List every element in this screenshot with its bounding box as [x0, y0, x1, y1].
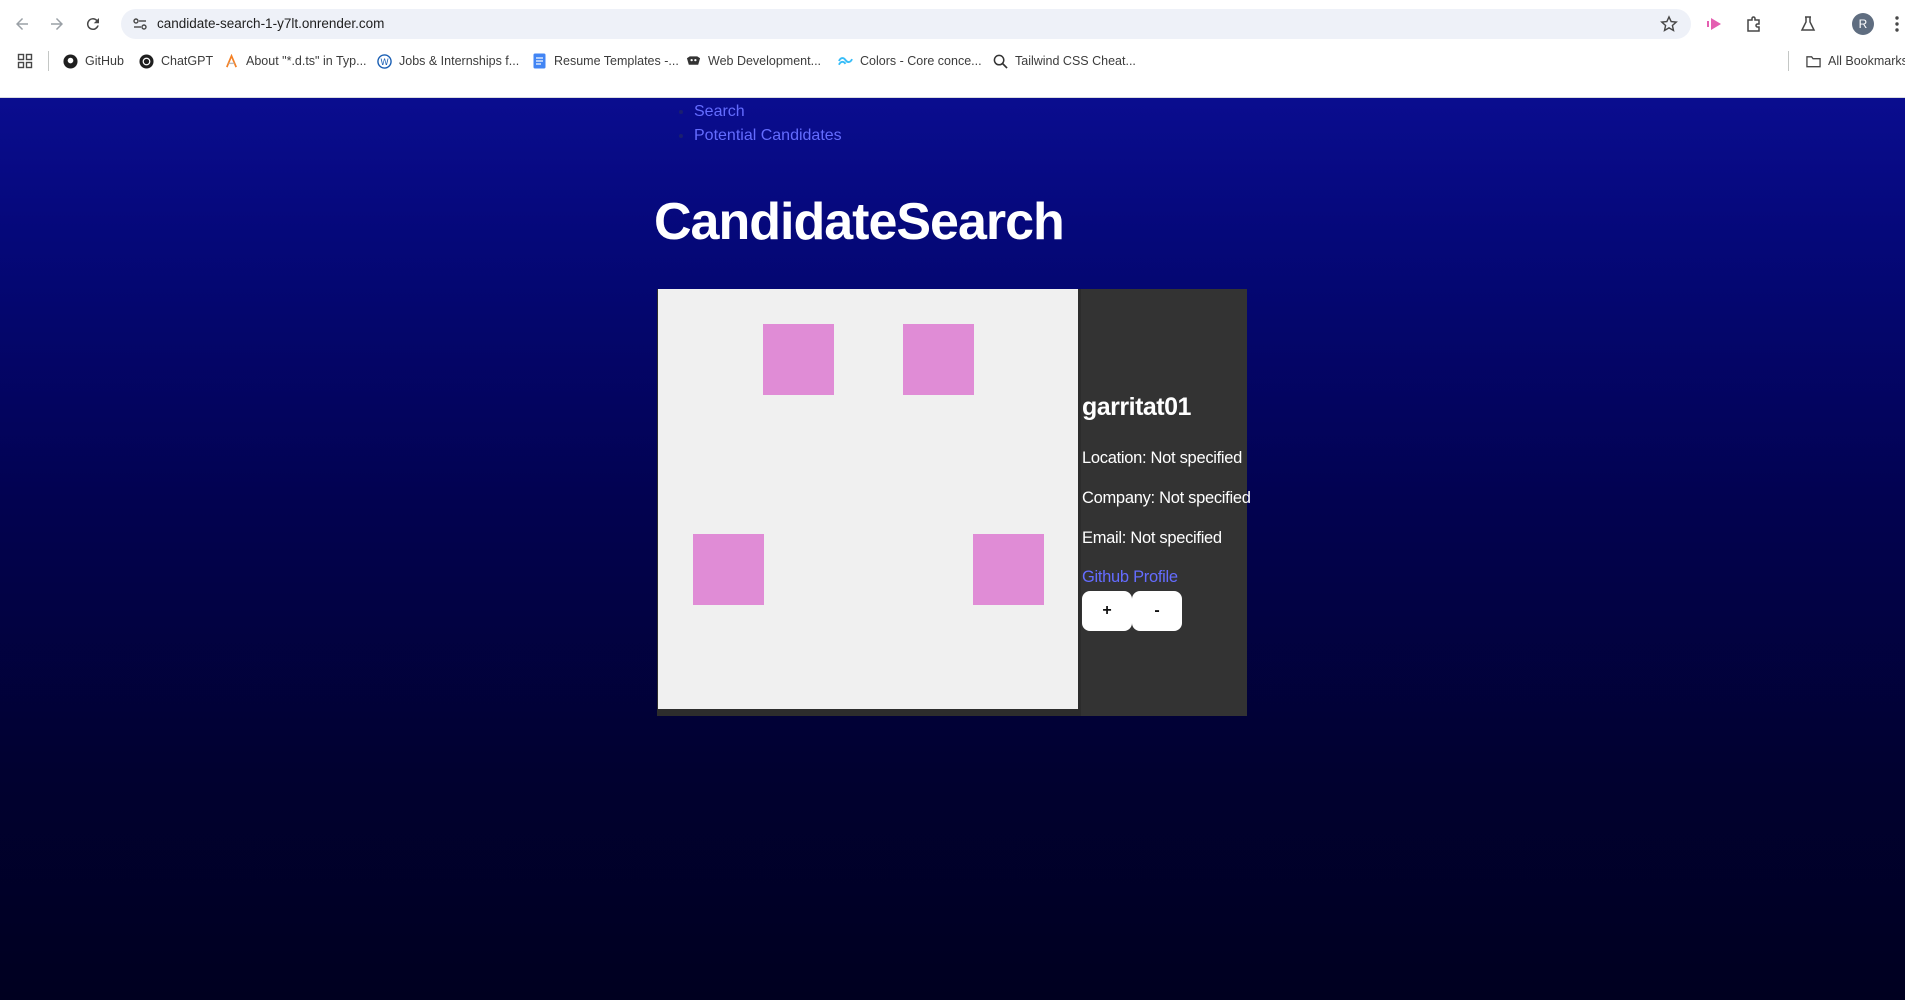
nav-link-potential-candidates[interactable]: Potential Candidates — [694, 127, 842, 144]
bookmark-label: Resume Templates -... — [554, 54, 679, 68]
media-router-icon[interactable] — [1704, 12, 1728, 36]
reject-candidate-button[interactable]: - — [1132, 591, 1182, 631]
docs-icon — [532, 53, 547, 69]
apps-grid-icon[interactable] — [17, 51, 33, 71]
site-info-icon[interactable] — [132, 16, 148, 32]
bookmark-label: About "*.d.ts" in Typ... — [246, 54, 367, 68]
avatar-block — [763, 324, 834, 395]
bookmarks-divider — [48, 51, 49, 71]
bookmark-label: All Bookmarks — [1828, 54, 1905, 68]
bookmarks-bar: GitHub ChatGPT About "*.d.ts" in Typ... … — [0, 47, 1905, 75]
bookmark-label: ChatGPT — [161, 54, 214, 68]
nav-link-search[interactable]: Search — [694, 103, 745, 120]
url-text[interactable]: candidate-search-1-y7lt.onrender.com — [157, 16, 384, 31]
jobs-icon: W — [377, 53, 392, 69]
nav-item-potential-candidates: Potential Candidates — [694, 124, 842, 148]
github-icon — [63, 53, 78, 69]
avatar-block — [903, 324, 974, 395]
back-arrow-icon — [16, 18, 28, 30]
candidate-company: Company: Not specified — [1082, 489, 1251, 507]
candidate-location: Location: Not specified — [1082, 449, 1243, 467]
profile-avatar[interactable]: R — [1852, 13, 1874, 35]
bookmark-resume[interactable]: Resume Templates -... — [532, 51, 679, 71]
bookmark-label: Colors - Core conce... — [860, 54, 982, 68]
chatgpt-icon — [139, 53, 154, 69]
extensions-puzzle-icon[interactable] — [1742, 12, 1766, 36]
search-icon — [993, 54, 1008, 69]
avatar-block — [693, 534, 764, 605]
webdev-icon — [686, 54, 701, 69]
nav-item-search: Search — [694, 100, 842, 124]
add-candidate-button[interactable]: + — [1082, 591, 1132, 631]
labs-flask-icon[interactable] — [1796, 12, 1820, 36]
bookmark-label: Jobs & Internships f... — [399, 54, 520, 68]
bookmark-chatgpt[interactable]: ChatGPT — [139, 51, 213, 71]
site-nav: Search Potential Candidates — [654, 100, 842, 148]
typescript-icon — [224, 53, 239, 69]
candidate-card: garritat01 Location: Not specified Compa… — [657, 289, 1251, 716]
address-bar[interactable]: candidate-search-1-y7lt.onrender.com — [121, 9, 1691, 39]
browser-chrome: candidate-search-1-y7lt.onrender.com R G… — [0, 0, 1905, 98]
reload-button[interactable] — [81, 12, 105, 36]
tailwind-icon — [838, 54, 853, 69]
page-content: Search Potential Candidates CandidateSea… — [0, 98, 1905, 1000]
candidate-email: Email: Not specified — [1082, 529, 1222, 547]
bookmark-label: Web Development... — [708, 54, 822, 68]
bookmark-jobs[interactable]: W Jobs & Internships f... — [377, 51, 519, 71]
bookmark-dts[interactable]: About "*.d.ts" in Typ... — [224, 51, 367, 71]
folder-icon — [1806, 54, 1821, 69]
bookmarks-separator — [1788, 51, 1789, 71]
forward-arrow-icon — [51, 18, 63, 30]
bookmark-colors[interactable]: Colors - Core conce... — [838, 51, 982, 71]
page-title: CandidateSearch — [654, 193, 1065, 251]
forward-button[interactable] — [45, 12, 69, 36]
kebab-menu-icon[interactable] — [1885, 12, 1905, 36]
bookmark-tailwind-cheat[interactable]: Tailwind CSS Cheat... — [993, 51, 1136, 71]
bookmark-webdev[interactable]: Web Development... — [686, 51, 821, 71]
bookmark-label: Tailwind CSS Cheat... — [1015, 54, 1136, 68]
avatar-block — [973, 534, 1044, 605]
svg-text:W: W — [380, 56, 389, 66]
github-profile-link[interactable]: Github Profile — [1082, 568, 1178, 587]
candidate-username: garritat01 — [1082, 393, 1191, 421]
bookmark-label: GitHub — [85, 54, 124, 68]
candidate-info: garritat01 Location: Not specified Compa… — [1081, 289, 1251, 716]
reload-icon — [86, 18, 99, 31]
candidate-avatar — [658, 289, 1078, 709]
bookmark-star-icon[interactable] — [1659, 14, 1679, 34]
all-bookmarks-folder[interactable]: All Bookmarks — [1806, 51, 1905, 71]
bookmark-github[interactable]: GitHub — [63, 51, 124, 71]
back-button[interactable] — [10, 12, 34, 36]
